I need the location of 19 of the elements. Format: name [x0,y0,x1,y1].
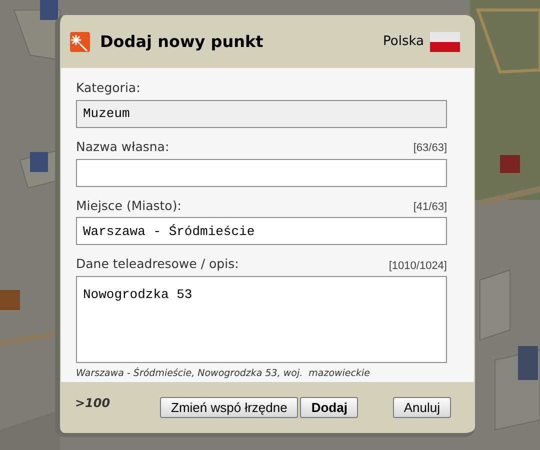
input-field[interactable] [76,158,447,186]
field-label: Dane teleadresowe / opis: [76,255,239,274]
country-name: Polska [383,32,424,51]
input-field[interactable]: Warszawa - Śródmieście [76,217,447,246]
starburst-icon [70,32,90,52]
field-label: Miejsce (Miasto): [76,196,182,215]
dialog-button[interactable]: Zmień wspó łrzędne [160,397,298,418]
description-field[interactable]: Nowogrodzka 53 [76,276,447,363]
dialog-button[interactable]: Anuluj [392,397,451,418]
dialog-button[interactable]: Dodaj [300,397,358,418]
field-label: Nazwa własna: [76,138,170,156]
footer-note: >100 [75,395,112,412]
address-summary: Warszawa - Śródmieście, Nowogrodzka 53, woj. mazowieckie [76,367,371,381]
character-counter: [41/63] [413,200,447,215]
flag-icon [430,32,460,52]
character-counter: [63/63] [413,141,447,156]
field-label: Kategoria: [76,79,140,97]
character-counter: [1010/1024] [388,258,447,274]
dialog-title: Dodaj nowy punkt [100,30,264,52]
